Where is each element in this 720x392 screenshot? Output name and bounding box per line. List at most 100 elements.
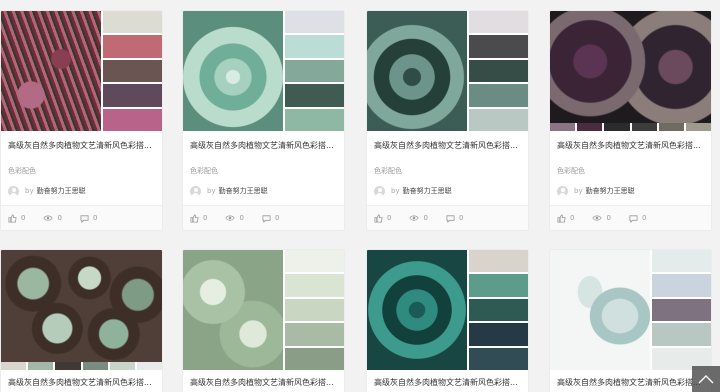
swatch — [652, 274, 711, 297]
like-count: 0 — [387, 214, 392, 222]
category-tag[interactable]: 色彩配色 — [1, 166, 162, 176]
like-stat[interactable]: 0 — [8, 213, 26, 223]
like-stat[interactable]: 0 — [190, 213, 207, 223]
author-row: by 勤奋努力王思聪 — [183, 185, 344, 197]
author-name[interactable]: 勤奋努力王思聪 — [586, 186, 635, 196]
swatch — [103, 84, 162, 107]
like-count: 0 — [21, 214, 26, 222]
stats-bar: 0 0 0 — [550, 205, 711, 230]
card-title[interactable]: 高级灰自然多肉植物文艺清新风色彩搭... — [183, 377, 344, 388]
card-thumbnail[interactable] — [550, 250, 711, 370]
comment-stat[interactable]: 0 — [629, 214, 646, 223]
palette-card[interactable]: 高级灰自然多肉植物文艺清新风色彩搭... — [182, 249, 345, 392]
swatch — [285, 108, 344, 131]
swatch — [1, 362, 27, 370]
palette-card[interactable]: 高级灰自然多肉植物文艺清新风色彩搭... — [366, 249, 529, 392]
eye-icon — [409, 215, 420, 221]
swatch — [652, 298, 711, 322]
card-title[interactable]: 高级灰自然多肉植物文艺清新风色彩搭... — [550, 377, 711, 388]
stats-bar: 0 0 0 — [367, 205, 528, 230]
view-count: 0 — [606, 214, 611, 222]
comment-stat[interactable]: 0 — [262, 214, 279, 223]
card-thumbnail[interactable] — [1, 250, 162, 370]
like-stat[interactable]: 0 — [374, 213, 392, 223]
like-stat[interactable]: 0 — [557, 213, 575, 223]
author-row: by 勤奋努力王思聪 — [550, 185, 711, 197]
card-thumbnail[interactable] — [1, 11, 162, 131]
comment-stat[interactable]: 0 — [446, 214, 463, 223]
color-swatches — [469, 11, 528, 131]
view-stat: 0 — [592, 214, 611, 222]
author-name[interactable]: 勤奋努力王思聪 — [37, 186, 86, 196]
swatch — [103, 108, 162, 131]
swatch — [103, 59, 162, 83]
swatch — [136, 362, 162, 370]
color-swatches — [285, 250, 344, 370]
swatch — [469, 323, 528, 346]
view-stat: 0 — [43, 214, 62, 222]
swatch — [285, 274, 344, 297]
succulent-photo — [367, 11, 467, 131]
card-thumbnail[interactable] — [183, 11, 344, 131]
card-title[interactable]: 高级灰自然多肉植物文艺清新风色彩搭... — [367, 140, 528, 151]
comment-stat[interactable]: 0 — [80, 214, 97, 223]
avatar[interactable] — [190, 185, 201, 197]
author-name[interactable]: 勤奋努力王思聪 — [219, 186, 268, 196]
avatar[interactable] — [8, 185, 19, 197]
swatch — [469, 108, 528, 131]
card-title[interactable]: 高级灰自然多肉植物文艺清新风色彩搭... — [183, 140, 344, 151]
card-thumbnail[interactable] — [367, 11, 528, 131]
avatar[interactable] — [374, 185, 385, 197]
swatch — [109, 362, 135, 370]
swatch — [285, 11, 344, 34]
swatch — [469, 250, 528, 273]
category-tag[interactable]: 色彩配色 — [550, 166, 711, 176]
like-count: 0 — [570, 214, 575, 222]
card-thumbnail[interactable] — [550, 11, 711, 131]
swatch — [285, 35, 344, 58]
palette-card[interactable]: 高级灰自然多肉植物文艺清新风色彩搭... 色彩配色 by 勤奋努力王思聪 0 0… — [549, 10, 712, 231]
comment-count: 0 — [458, 214, 464, 222]
succulent-photo — [550, 11, 711, 123]
swatch — [285, 59, 344, 83]
palette-card[interactable]: 高级灰自然多肉植物文艺清新风色彩搭... — [549, 249, 712, 392]
swatch — [652, 323, 711, 346]
card-title[interactable]: 高级灰自然多肉植物文艺清新风色彩搭... — [1, 140, 162, 151]
card-thumbnail[interactable] — [367, 250, 528, 370]
palette-card[interactable]: 高级灰自然多肉植物文艺清新风色彩搭... 色彩配色 by 勤奋努力王思聪 0 0… — [0, 10, 163, 231]
card-title[interactable]: 高级灰自然多肉植物文艺清新风色彩搭... — [367, 377, 528, 388]
comment-icon — [446, 214, 455, 223]
swatch — [469, 274, 528, 297]
succulent-photo — [367, 250, 467, 370]
swatch — [577, 123, 603, 131]
card-thumbnail[interactable] — [183, 250, 344, 370]
category-tag[interactable]: 色彩配色 — [183, 166, 344, 176]
swatch — [285, 323, 344, 346]
swatch — [469, 35, 528, 58]
eye-icon — [592, 215, 603, 221]
color-swatches — [550, 123, 711, 131]
card-title[interactable]: 高级灰自然多肉植物文艺清新风色彩搭... — [1, 377, 162, 388]
back-to-top-button[interactable] — [692, 366, 720, 392]
palette-card[interactable]: 高级灰自然多肉植物文艺清新风色彩搭... 色彩配色 by 勤奋努力王思聪 0 0… — [366, 10, 529, 231]
swatch — [550, 123, 576, 131]
swatch — [285, 84, 344, 107]
swatch — [469, 298, 528, 322]
succulent-photo — [1, 250, 162, 362]
stats-bar: 0 0 0 — [183, 205, 344, 230]
palette-card[interactable]: 高级灰自然多肉植物文艺清新风色彩搭... — [0, 249, 163, 392]
avatar[interactable] — [557, 185, 568, 197]
swatch — [631, 123, 657, 131]
card-title[interactable]: 高级灰自然多肉植物文艺清新风色彩搭... — [550, 140, 711, 151]
succulent-photo — [550, 250, 650, 370]
category-tag[interactable]: 色彩配色 — [367, 166, 528, 176]
view-count: 0 — [239, 214, 244, 222]
author-name[interactable]: 勤奋努力王思聪 — [403, 186, 452, 196]
eye-icon — [43, 215, 54, 221]
view-count: 0 — [423, 214, 428, 222]
swatch — [652, 250, 711, 273]
palette-card[interactable]: 高级灰自然多肉植物文艺清新风色彩搭... 色彩配色 by 勤奋努力王思聪 0 0… — [182, 10, 345, 231]
by-label: by — [574, 187, 583, 195]
swatch — [469, 59, 528, 83]
swatch — [685, 123, 711, 131]
